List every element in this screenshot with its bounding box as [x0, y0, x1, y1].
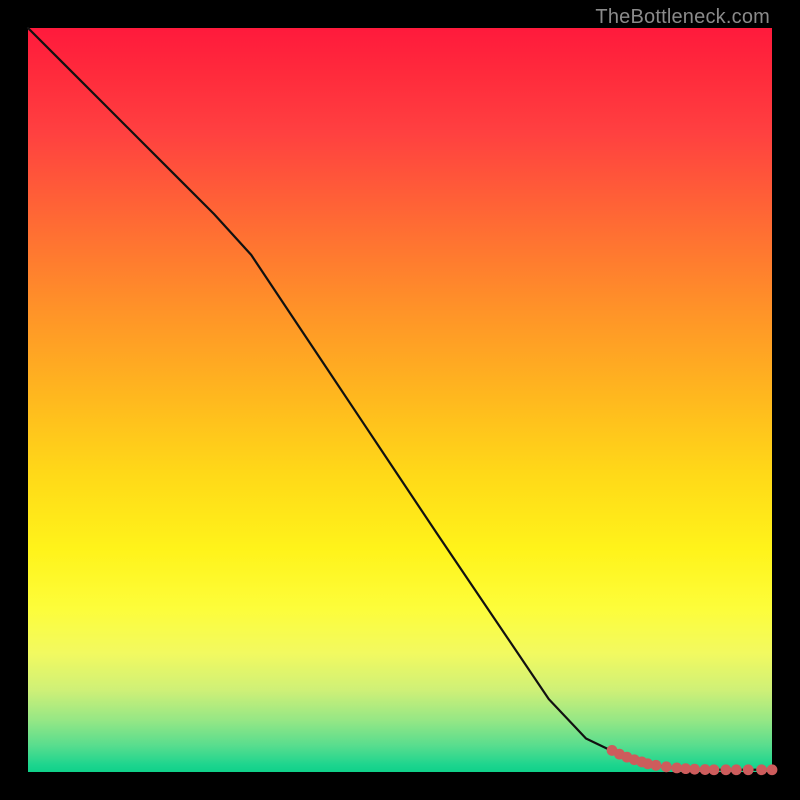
marker-point	[743, 764, 754, 775]
marker-point	[756, 764, 767, 775]
marker-point	[731, 764, 742, 775]
bottleneck-curve	[28, 28, 772, 770]
chart-overlay-svg	[28, 28, 772, 772]
chart-frame: TheBottleneck.com	[0, 0, 800, 800]
attribution-text: TheBottleneck.com	[595, 6, 770, 29]
marker-point	[651, 760, 662, 771]
marker-point	[720, 764, 731, 775]
marker-group	[607, 745, 778, 775]
marker-point	[767, 764, 778, 775]
marker-point	[709, 764, 720, 775]
marker-point	[661, 761, 672, 772]
marker-point	[689, 764, 700, 775]
plot-area	[28, 28, 772, 772]
